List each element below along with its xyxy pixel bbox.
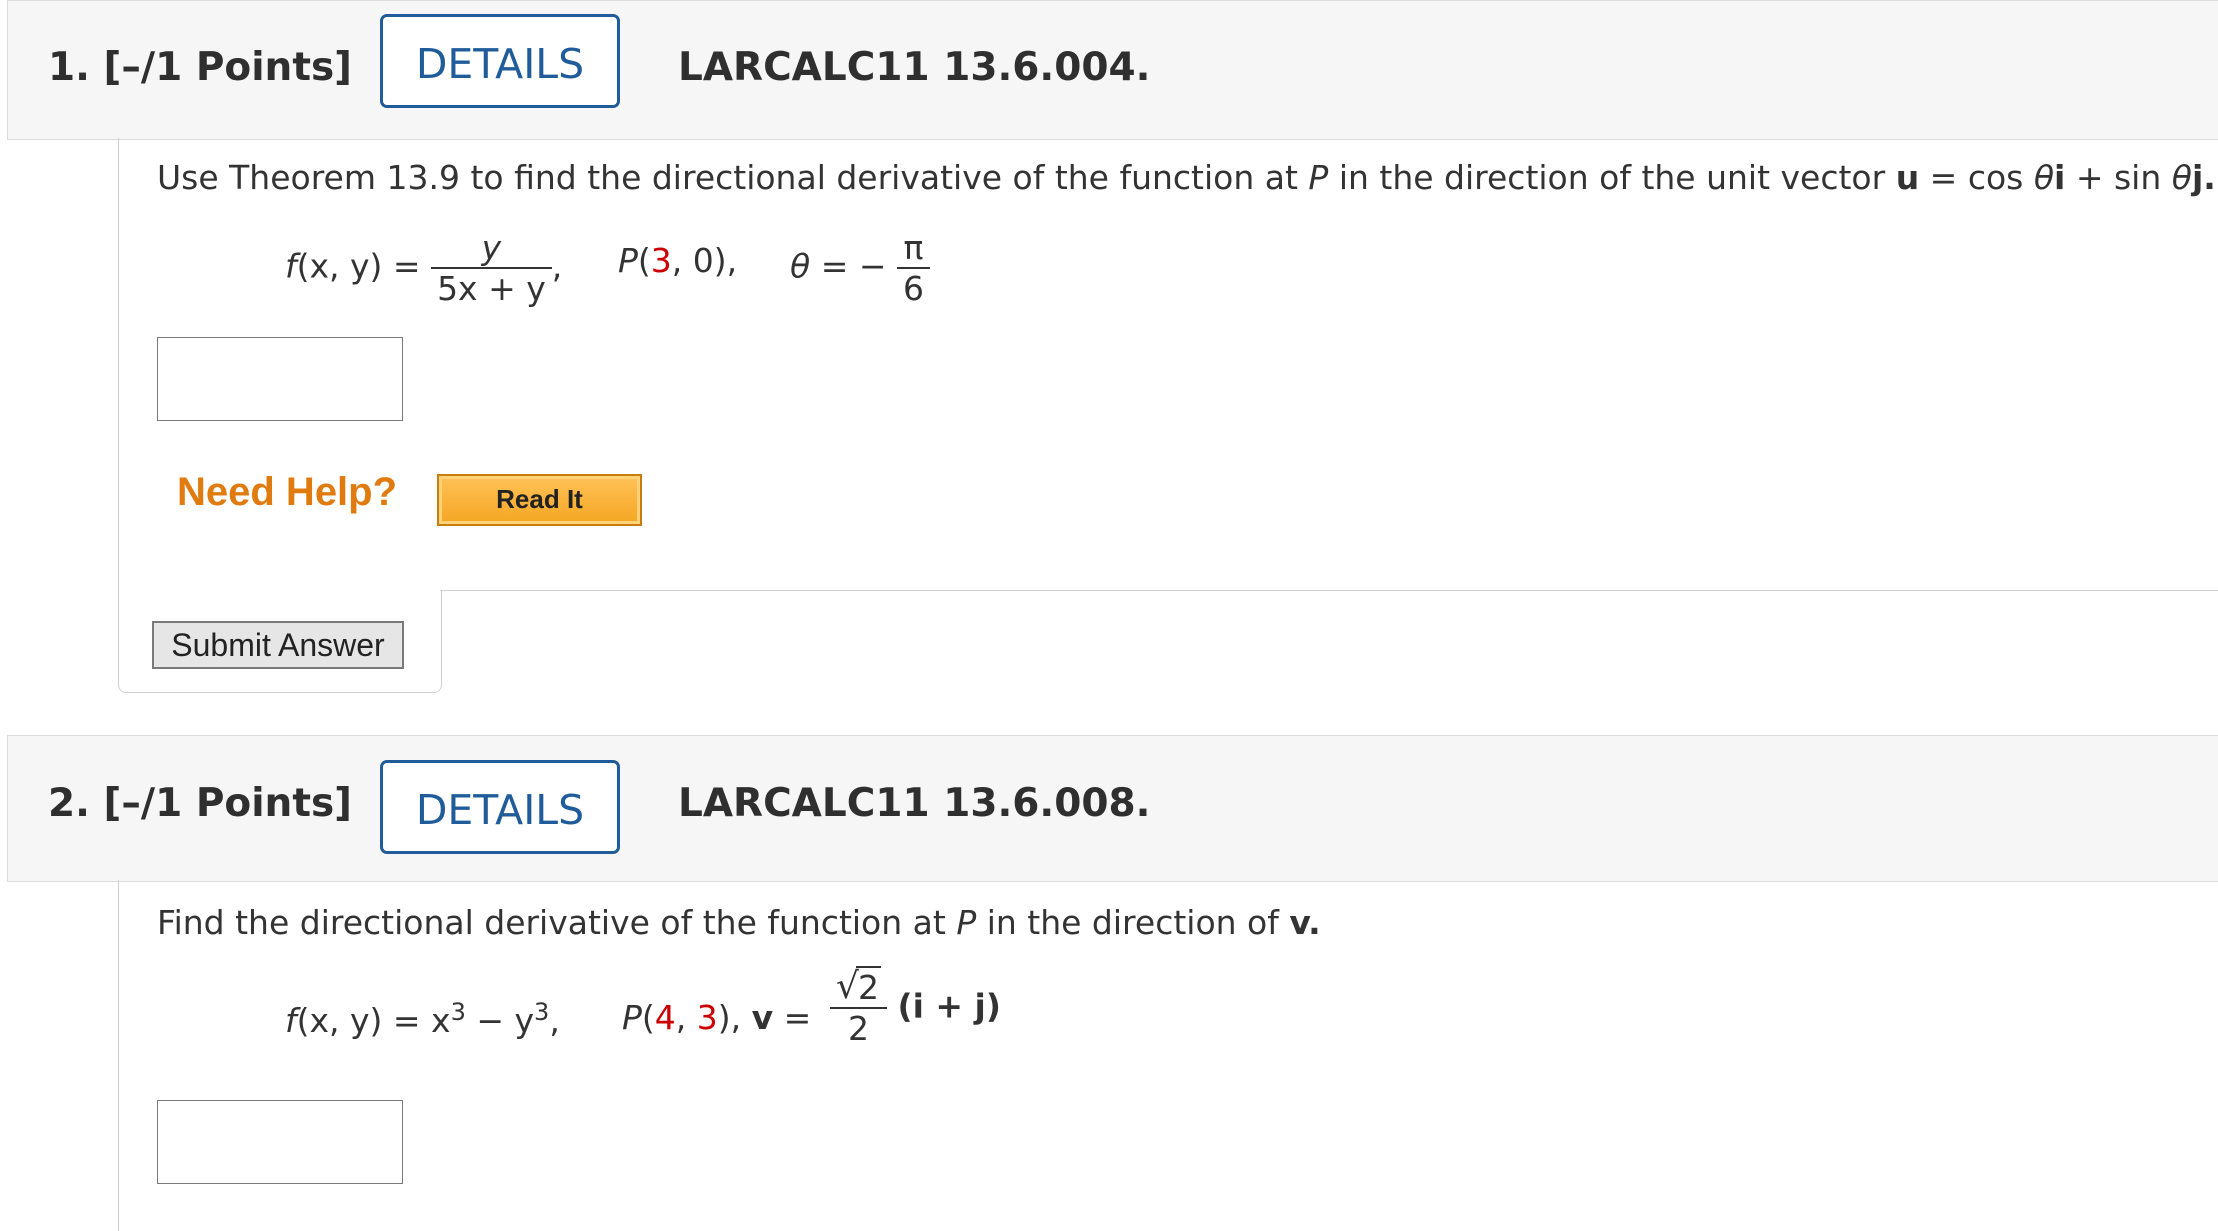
- question-1-function: f(x, y) = y 5x + y ,: [285, 228, 563, 308]
- answer-input[interactable]: [157, 1100, 403, 1184]
- details-button[interactable]: DETAILS: [380, 760, 620, 854]
- problem-id: LARCALC11 13.6.004.: [678, 45, 1151, 90]
- submit-answer-button[interactable]: Submit Answer: [152, 621, 404, 669]
- question-1-theta: θ = − π 6: [790, 228, 930, 308]
- theta-fraction: π 6: [896, 228, 930, 308]
- divider: [440, 590, 2218, 591]
- answer-input[interactable]: [157, 337, 403, 421]
- points-label: [–/1 Points]: [103, 781, 353, 826]
- question-1-point: P(3, 0),: [618, 241, 738, 280]
- question-2-function: f(x, y) = x3 − y3,: [285, 998, 560, 1040]
- function-fraction: y 5x + y: [431, 228, 552, 308]
- question-2-header: 2. [–/1 Points] DETAILS LARCALC11 13.6.0…: [7, 735, 2218, 882]
- question-1-points: 1. [–/1 Points]: [48, 45, 352, 90]
- question-2-prompt: Find the directional derivative of the f…: [157, 903, 1321, 942]
- question-2-vector: √ 2 2 (i + j): [830, 966, 1001, 1048]
- sqrt-symbol: √ 2: [836, 966, 881, 1007]
- points-label: [–/1 Points]: [103, 45, 353, 90]
- question-2-point: P(4, 3), v =: [622, 998, 812, 1037]
- problem-id: LARCALC11 13.6.008.: [678, 781, 1151, 826]
- question-number: 1.: [48, 45, 90, 90]
- question-2-body-frame: [118, 880, 119, 1231]
- ij-vector: (i + j): [897, 986, 1001, 1026]
- need-help-label: Need Help?: [177, 470, 398, 514]
- question-1-prompt: Use Theorem 13.9 to find the directional…: [157, 158, 2216, 197]
- question-1-header: 1. [–/1 Points] DETAILS LARCALC11 13.6.0…: [7, 0, 2218, 140]
- read-it-button[interactable]: Read It: [437, 474, 642, 526]
- question-number: 2.: [48, 781, 90, 826]
- question-1-body-frame: [118, 138, 119, 590]
- question-2-points: 2. [–/1 Points]: [48, 781, 352, 826]
- vector-fraction: √ 2 2: [830, 966, 887, 1048]
- details-button[interactable]: DETAILS: [380, 14, 620, 108]
